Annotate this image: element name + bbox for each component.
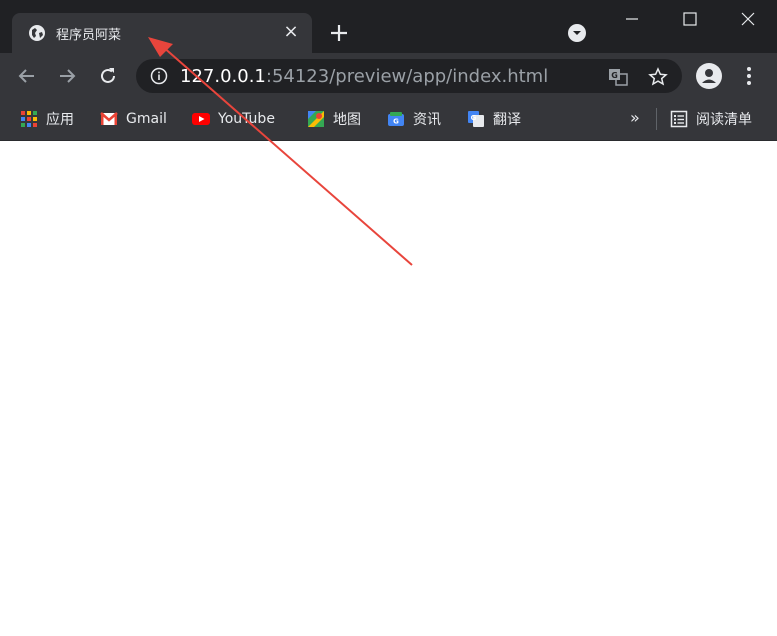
bookmark-label: 应用 (46, 112, 74, 128)
translate-icon: G (468, 111, 484, 127)
active-tab[interactable]: 程序员阿菜 × (12, 13, 312, 53)
url-text[interactable]: 127.0.0.1:54123/preview/app/index.html (180, 66, 548, 87)
back-icon[interactable] (16, 65, 38, 87)
maximize-icon (683, 12, 697, 26)
svg-text:G: G (471, 114, 477, 122)
minimize-icon (626, 18, 638, 20)
close-icon (741, 12, 755, 26)
bookmark-apps[interactable]: 应用 (20, 108, 74, 130)
bookmarks-divider (656, 108, 657, 130)
more-menu-icon[interactable] (740, 65, 758, 87)
bookmark-label: 资讯 (413, 112, 441, 128)
bookmark-youtube[interactable]: YouTube (192, 108, 275, 130)
tab-title: 程序员阿菜 (56, 28, 122, 43)
page-content (0, 141, 777, 636)
url-host: 127.0.0.1 (180, 66, 266, 87)
bookmarks-bar: 应用 Gmail YouTube 地图 G 资讯 G 翻译 » 阅读清单 (0, 100, 777, 141)
svg-text:G: G (611, 71, 618, 80)
close-window-button[interactable] (719, 0, 777, 38)
svg-text:G: G (393, 118, 399, 126)
url-path: :54123/preview/app/index.html (265, 66, 549, 87)
bookmark-star-icon[interactable] (648, 67, 668, 87)
bookmarks-overflow-icon[interactable]: » (630, 108, 640, 127)
bookmark-label: YouTube (218, 111, 275, 127)
person-icon (702, 69, 716, 83)
news-icon: G (388, 112, 404, 126)
minimize-button[interactable] (603, 0, 661, 38)
reload-icon[interactable] (97, 65, 119, 87)
address-bar[interactable]: 127.0.0.1:54123/preview/app/index.html G (136, 59, 682, 93)
close-tab-icon[interactable]: × (282, 23, 300, 41)
reading-list-icon (670, 110, 688, 128)
bookmark-news[interactable]: G 资讯 (387, 108, 441, 130)
youtube-icon (192, 113, 210, 125)
maps-icon (308, 111, 324, 127)
maximize-button[interactable] (661, 0, 719, 38)
reading-list-button[interactable]: 阅读清单 (670, 108, 752, 130)
browser-window: 程序员阿菜 × 127.0.0.1:54123/preview/app/inde… (0, 0, 777, 636)
globe-icon (29, 25, 45, 41)
profile-avatar[interactable] (696, 63, 722, 89)
translate-page-icon[interactable]: G (608, 67, 628, 87)
gmail-icon (100, 112, 118, 125)
toolbar: 127.0.0.1:54123/preview/app/index.html G (0, 53, 777, 100)
bookmark-label: 翻译 (493, 112, 521, 128)
site-info-icon[interactable] (150, 67, 168, 85)
tab-search-icon[interactable] (568, 24, 586, 42)
bookmark-label: 地图 (333, 112, 361, 128)
bookmark-label: Gmail (126, 111, 167, 127)
apps-grid-icon (21, 111, 37, 127)
tab-strip: 程序员阿菜 × (0, 0, 777, 53)
new-tab-icon[interactable] (328, 22, 350, 44)
forward-icon[interactable] (56, 65, 78, 87)
bookmark-gmail[interactable]: Gmail (100, 108, 167, 130)
bookmark-maps[interactable]: 地图 (307, 108, 361, 130)
reading-list-label: 阅读清单 (696, 112, 752, 128)
bookmark-translate[interactable]: G 翻译 (467, 108, 521, 130)
